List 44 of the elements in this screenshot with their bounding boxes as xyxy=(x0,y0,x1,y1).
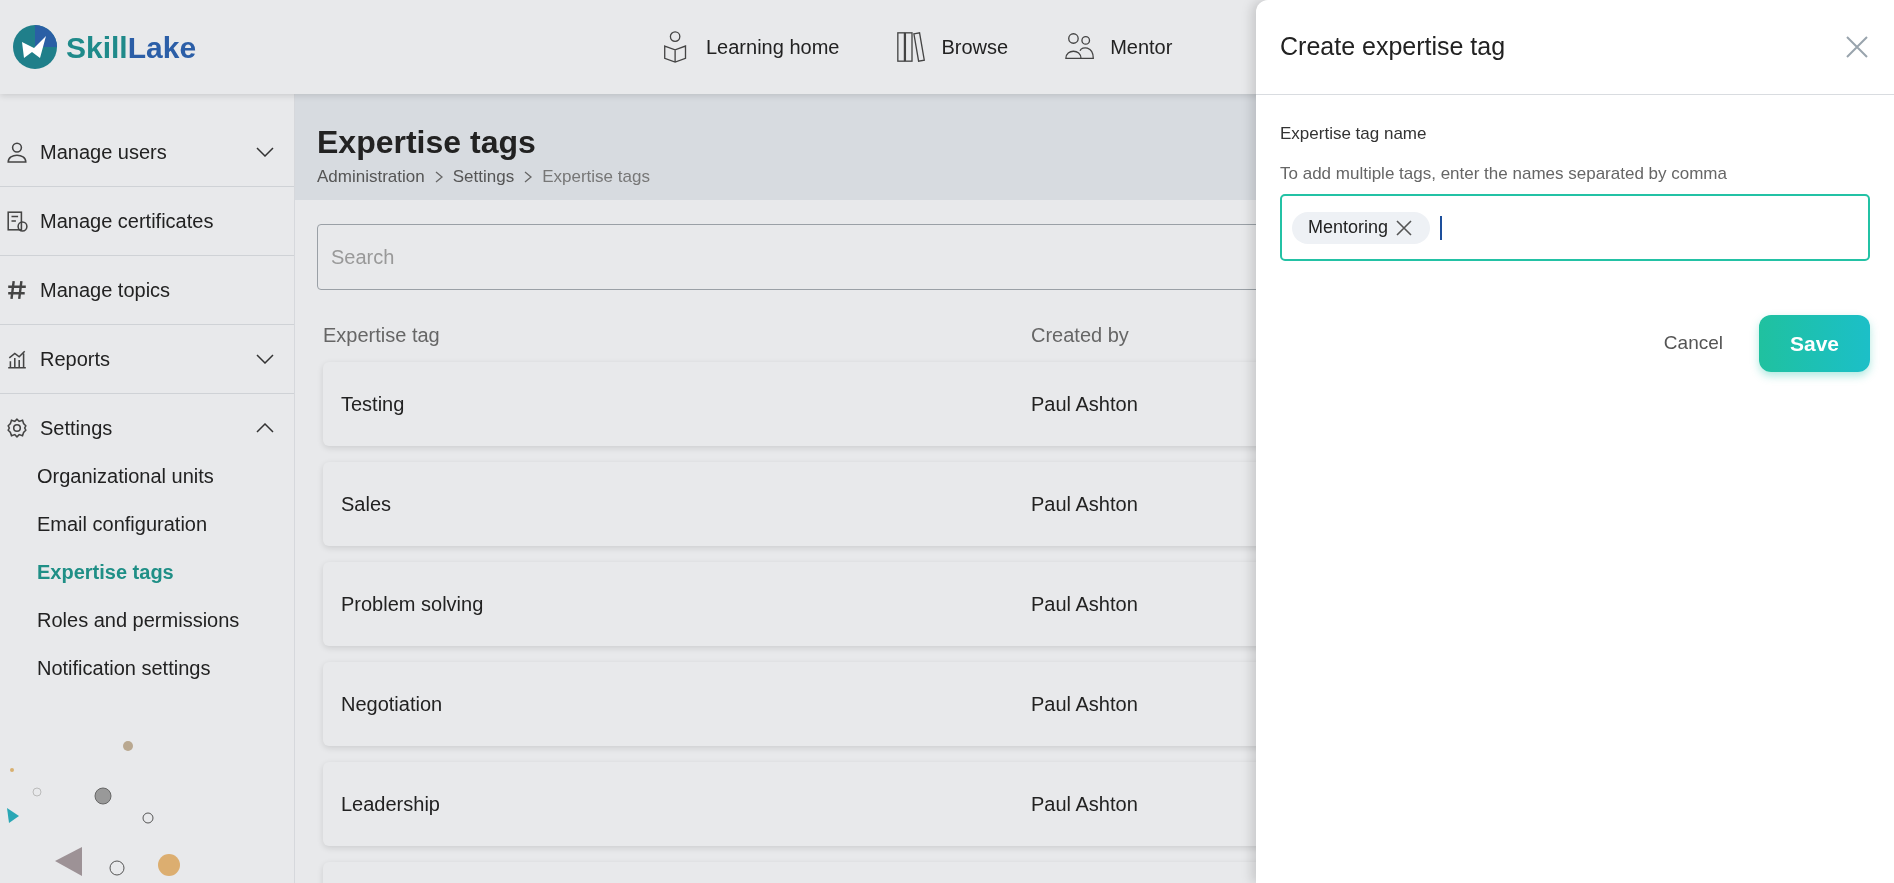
logo-text: SkillLake xyxy=(66,29,197,66)
sidebar-subitem[interactable]: Notification settings xyxy=(37,644,294,692)
sidebar-item[interactable]: Manage certificates xyxy=(0,187,294,255)
chevron-right-icon xyxy=(524,170,533,183)
text-cursor xyxy=(1440,215,1443,240)
table-cell-text: Leadership xyxy=(341,792,441,817)
chevron-up-icon xyxy=(256,423,274,433)
panel-title: Create expertise tag xyxy=(1280,31,1506,63)
sidebar-subitem[interactable]: Roles and permissions xyxy=(37,596,294,644)
tag-input-field[interactable]: Mentoring xyxy=(1280,194,1870,261)
chevron-right-icon xyxy=(434,170,443,183)
field-label: Expertise tag name xyxy=(1280,123,1428,145)
tag-chip: Mentoring xyxy=(1292,211,1431,244)
table-cell-text: Paul Ashton xyxy=(1031,492,1139,517)
chevron-down-icon xyxy=(256,354,274,364)
chevron-down-icon xyxy=(256,147,274,157)
field-hint: To add multiple tags, enter the names separated by comma xyxy=(1280,162,1728,185)
user-icon xyxy=(6,141,28,163)
nav-link[interactable]: Browse xyxy=(895,30,1009,64)
bar-chart-icon xyxy=(6,348,28,370)
page-title: Expertise tags xyxy=(317,123,536,162)
sidebar-item[interactable]: Reports xyxy=(0,325,294,393)
breadcrumb-link[interactable]: Settings xyxy=(452,164,515,190)
nav-link[interactable]: Learning home xyxy=(660,30,840,64)
table-cell-text: Paul Ashton xyxy=(1031,592,1139,617)
settings-icon xyxy=(6,417,28,439)
table-cell-text: Sales xyxy=(341,492,393,517)
table-cell-text: Paul Ashton xyxy=(1031,792,1139,817)
table-cell-text: Problem solving xyxy=(341,592,485,617)
breadcrumb-link[interactable]: Administration xyxy=(317,164,425,190)
table-cell-text: Paul Ashton xyxy=(1031,392,1139,417)
logo-icon xyxy=(12,24,58,70)
certificate-icon xyxy=(6,210,28,232)
nav-link[interactable]: Mentor xyxy=(1064,30,1173,64)
sidebar-subitem[interactable]: Email configuration xyxy=(37,500,294,548)
table-cell-text: Negotiation xyxy=(341,692,444,717)
hash-icon xyxy=(6,279,28,301)
remove-tag-button[interactable] xyxy=(1396,218,1415,237)
column-header: Created by xyxy=(1031,323,1129,348)
table-cell-text: Paul Ashton xyxy=(1031,692,1139,717)
column-header: Expertise tag xyxy=(323,323,441,348)
sidebar-item[interactable]: Manage users xyxy=(0,118,294,186)
sidebar-item[interactable]: Manage topics xyxy=(0,256,294,324)
table-cell-text: Testing xyxy=(341,392,406,417)
